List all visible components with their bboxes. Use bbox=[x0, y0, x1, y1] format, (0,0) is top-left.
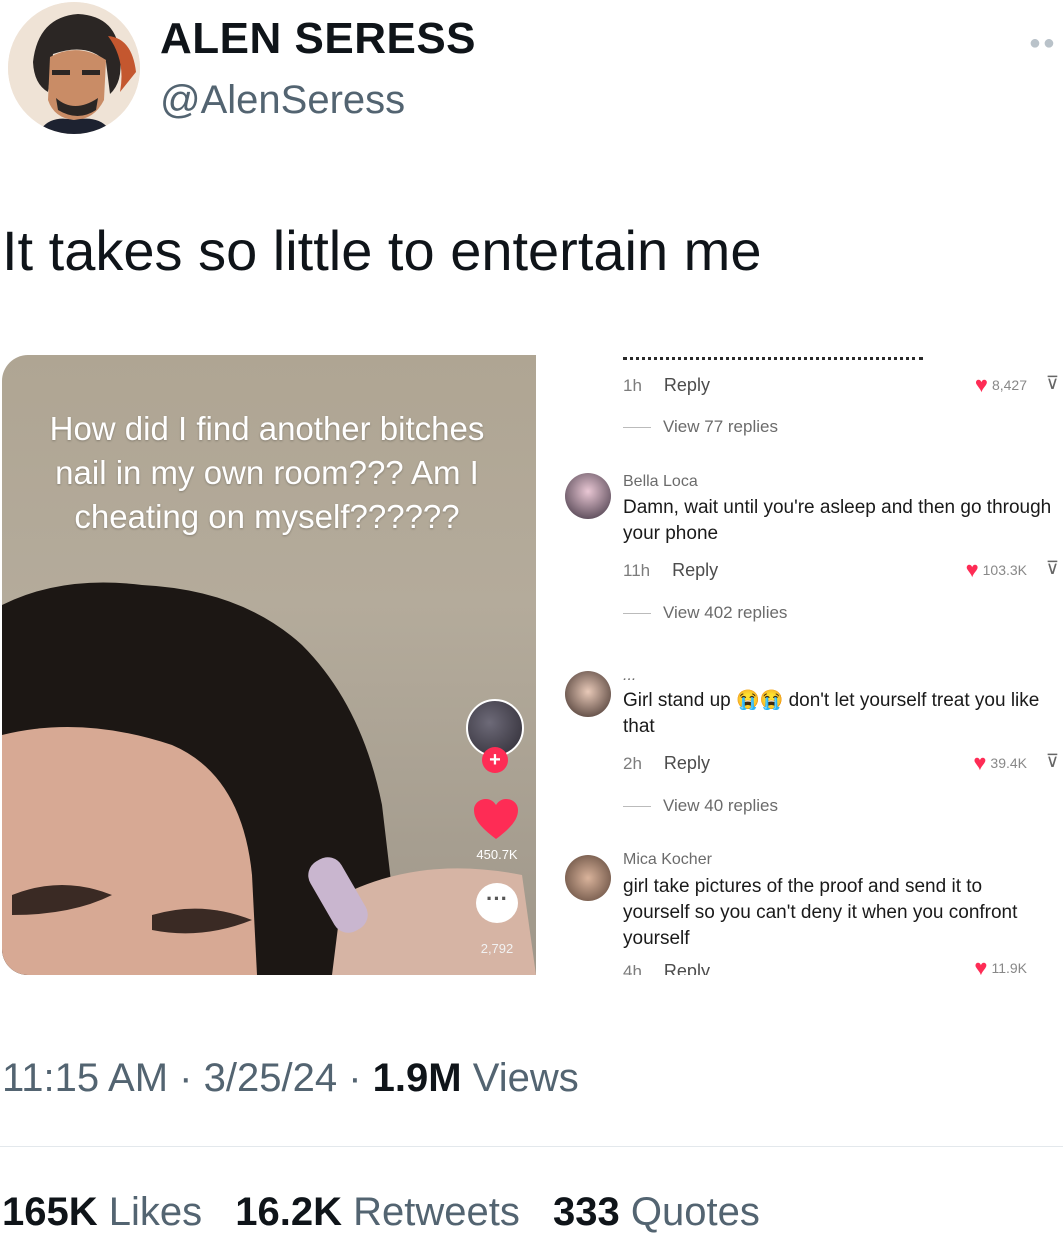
comment-meta: 4h Reply bbox=[623, 961, 710, 975]
heart-icon: ♥ bbox=[974, 372, 988, 397]
comment-time: 1h bbox=[623, 376, 642, 395]
like-heart-icon[interactable] bbox=[472, 797, 520, 841]
video-caption: How did I find another bitches nail in m… bbox=[49, 410, 485, 535]
tweet-text: It takes so little to entertain me bbox=[2, 219, 762, 282]
commenter-avatar[interactable] bbox=[565, 473, 611, 519]
comment-time: 4h bbox=[623, 962, 642, 975]
comment-meta: 1h Reply bbox=[623, 375, 710, 396]
more-options-icon[interactable]: ●● bbox=[1029, 32, 1057, 55]
comment-meta: 2h Reply bbox=[623, 753, 710, 774]
views-count: 1.9M bbox=[372, 1056, 462, 1100]
quotes-label[interactable]: Quotes bbox=[631, 1190, 760, 1234]
author-avatar[interactable] bbox=[8, 2, 140, 134]
video-comment-count: 2,792 bbox=[480, 941, 514, 956]
likes-count[interactable]: 165K bbox=[2, 1190, 98, 1234]
divider-dash bbox=[623, 426, 651, 428]
engagement-stats: 165K Likes 16.2K Retweets 333 Quotes bbox=[2, 1190, 760, 1234]
comment-like[interactable]: ♥ 11.9K bbox=[974, 961, 1027, 975]
dislike-icon[interactable]: ⊽ bbox=[1046, 373, 1059, 394]
tweet-header: ALEN SERESS @AlenSeress ●● bbox=[0, 0, 1063, 150]
comment-text: girl take pictures of the proof and send… bbox=[623, 876, 1018, 949]
heart-icon: ♥ bbox=[974, 961, 988, 975]
author-handle[interactable]: @AlenSeress bbox=[160, 78, 405, 123]
truncated-comment-text bbox=[623, 357, 923, 363]
heart-icon: ♥ bbox=[965, 557, 979, 582]
comment-like-count: 8,427 bbox=[991, 377, 1027, 393]
reply-button[interactable]: Reply bbox=[664, 375, 710, 395]
comment-like-count: 11.9K bbox=[991, 961, 1027, 975]
view-replies-link[interactable]: View 40 replies bbox=[623, 796, 778, 816]
dislike-icon[interactable]: ⊽ bbox=[1046, 558, 1059, 579]
comment-meta: 11h Reply bbox=[623, 560, 718, 581]
comment-text: Girl stand up 😭😭 don't let yourself trea… bbox=[623, 690, 1040, 737]
comment-time: 2h bbox=[623, 754, 642, 773]
dislike-icon[interactable]: ⊽ bbox=[1046, 751, 1059, 772]
retweets-label[interactable]: Retweets bbox=[353, 1190, 520, 1234]
view-replies-label: View 402 replies bbox=[663, 603, 788, 622]
commenter-name[interactable]: Mica Kocher bbox=[623, 851, 712, 869]
retweets-count[interactable]: 16.2K bbox=[235, 1190, 342, 1234]
divider-dash bbox=[623, 612, 651, 614]
comment-like[interactable]: ♥ 39.4K bbox=[973, 750, 1027, 775]
view-replies-label: View 40 replies bbox=[663, 796, 778, 815]
reply-button[interactable]: Reply bbox=[664, 753, 710, 773]
comments-panel: 1h Reply ♥ 8,427 ⊽ View 77 replies Bella L… bbox=[545, 355, 1063, 975]
reply-button[interactable]: Reply bbox=[672, 560, 718, 580]
comment-like-count: 103.3K bbox=[982, 562, 1027, 578]
tweet-date: 3/25/24 bbox=[203, 1056, 338, 1100]
divider bbox=[0, 1146, 1063, 1147]
view-replies-link[interactable]: View 77 replies bbox=[623, 417, 778, 437]
view-replies-label: View 77 replies bbox=[663, 417, 778, 436]
comment-like[interactable]: ♥ 103.3K bbox=[965, 557, 1027, 582]
commenter-name[interactable]: ... bbox=[623, 667, 636, 685]
comment-text: Damn, wait until you're asleep and then … bbox=[623, 497, 1052, 544]
follow-plus-icon[interactable]: + bbox=[482, 747, 508, 773]
comment-time: 11h bbox=[623, 561, 651, 580]
tiktok-video-frame[interactable]: How did I find another bitches nail in m… bbox=[2, 355, 536, 975]
divider-dash bbox=[623, 805, 651, 807]
likes-label[interactable]: Likes bbox=[109, 1190, 202, 1234]
comment-like-count: 39.4K bbox=[990, 755, 1027, 771]
view-replies-link[interactable]: View 402 replies bbox=[623, 603, 787, 623]
views-label: Views bbox=[472, 1056, 579, 1100]
separator-dot: · bbox=[179, 1056, 193, 1100]
video-like-count: 450.7K bbox=[476, 847, 518, 862]
reply-button[interactable]: Reply bbox=[664, 961, 710, 975]
quotes-count[interactable]: 333 bbox=[553, 1190, 620, 1234]
tweet-media[interactable]: How did I find another bitches nail in m… bbox=[0, 355, 1063, 980]
comment-like[interactable]: ♥ 8,427 bbox=[974, 372, 1027, 397]
commenter-avatar[interactable] bbox=[565, 855, 611, 901]
commenter-avatar[interactable] bbox=[565, 671, 611, 717]
commenter-name[interactable]: Bella Loca bbox=[623, 473, 698, 491]
separator-dot: · bbox=[348, 1056, 362, 1100]
tweet-time: 11:15 AM bbox=[2, 1056, 169, 1100]
tweet-timestamp[interactable]: 11:15 AM · 3/25/24 · 1.9M Views bbox=[2, 1056, 579, 1101]
author-name[interactable]: ALEN SERESS bbox=[160, 14, 476, 64]
heart-icon: ♥ bbox=[973, 750, 987, 775]
comment-bubble-icon[interactable]: ··· bbox=[476, 883, 518, 923]
